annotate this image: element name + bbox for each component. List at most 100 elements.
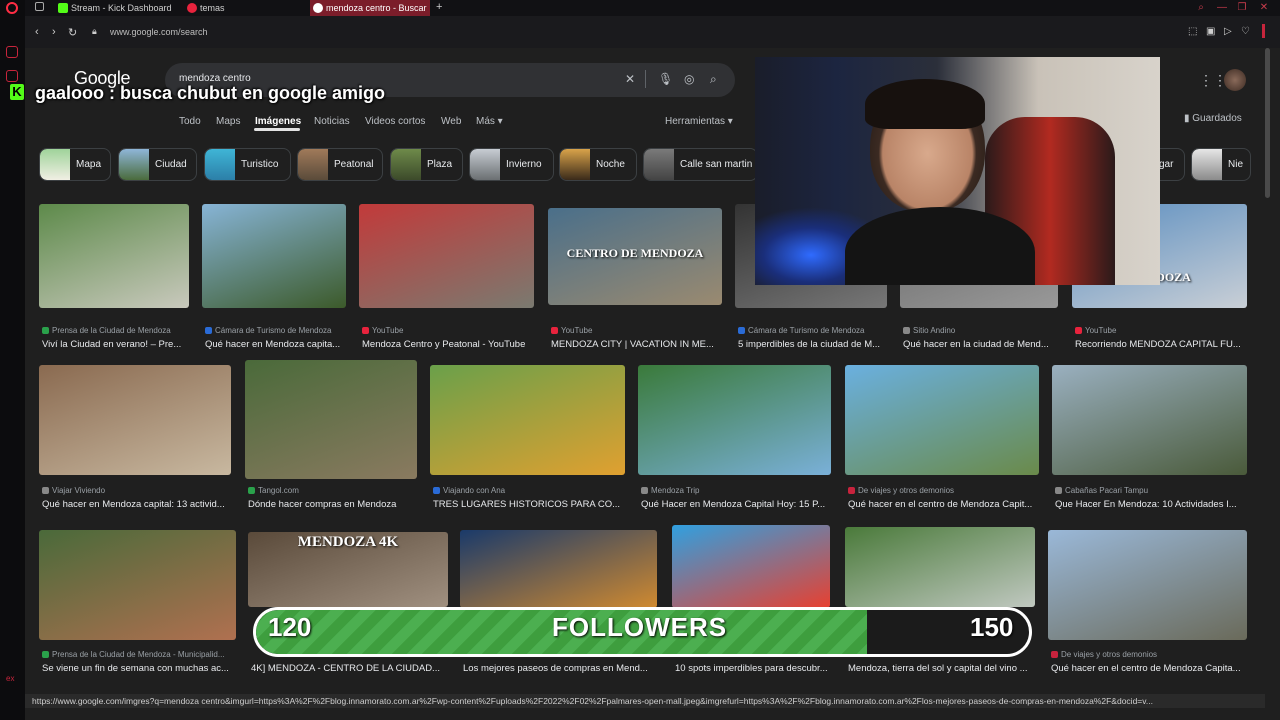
result-title[interactable]: Qué hacer en el centro de Mendoza Capit.… xyxy=(848,499,1052,510)
result-source[interactable]: Mendoza Trip xyxy=(641,486,834,495)
tab-images[interactable]: Imágenes xyxy=(255,116,301,127)
tab-maps[interactable]: Maps xyxy=(216,116,240,127)
result-source[interactable]: Sitio Andino xyxy=(903,326,1061,335)
image-result-thumbnail[interactable] xyxy=(39,204,189,308)
tab-temas[interactable]: temas xyxy=(184,0,304,16)
chip-turistico[interactable]: Turistico xyxy=(204,148,291,181)
tab-short-videos[interactable]: Videos cortos xyxy=(365,116,425,127)
search-divider xyxy=(645,70,646,88)
status-bar-url: https://www.google.com/imgres?q=mendoza … xyxy=(25,694,1265,708)
chip-invierno[interactable]: Invierno xyxy=(469,148,554,181)
chip-plaza[interactable]: Plaza xyxy=(390,148,463,181)
result-title[interactable]: Viví la Ciudad en verano! – Pre... xyxy=(42,339,202,350)
result-source[interactable]: De viajes y otros demonios xyxy=(1051,650,1250,659)
result-source[interactable]: Cámara de Turismo de Mendoza xyxy=(738,326,890,335)
saved-button[interactable]: ▮ Guardados xyxy=(1184,113,1242,124)
close-window-button[interactable]: ✕ xyxy=(1258,2,1270,14)
tab-google-search[interactable]: mendoza centro - Buscar xyxy=(310,0,430,16)
url-field[interactable]: www.google.com/search xyxy=(110,27,208,37)
chip-ciudad[interactable]: Ciudad xyxy=(118,148,197,181)
scrollbar[interactable] xyxy=(1265,48,1270,198)
result-title[interactable]: 10 spots imperdibles para descubr... xyxy=(675,663,843,674)
image-result-thumbnail[interactable] xyxy=(39,365,231,475)
result-source[interactable]: Tangol.com xyxy=(248,486,420,495)
new-tab-button[interactable]: + xyxy=(436,1,442,13)
address-bar-area xyxy=(25,16,1280,48)
image-result-thumbnail[interactable] xyxy=(638,365,831,475)
opera-logo-icon[interactable] xyxy=(6,2,18,14)
result-title[interactable]: MENDOZA CITY | VACATION IN ME... xyxy=(551,339,735,350)
result-title[interactable]: Qué hacer en Mendoza capital: 13 activid… xyxy=(42,499,244,510)
result-title[interactable]: Que Hacer En Mendoza: 10 Actividades I..… xyxy=(1055,499,1260,510)
result-title[interactable]: TRES LUGARES HISTORICOS PARA CO... xyxy=(433,499,638,510)
result-source[interactable]: YouTube xyxy=(551,326,725,335)
chip-mapa[interactable]: Mapa xyxy=(39,148,111,181)
result-title[interactable]: Mendoza, tierra del sol y capital del vi… xyxy=(848,663,1048,674)
result-source[interactable]: Viajando con Ana xyxy=(433,486,628,495)
image-result-thumbnail[interactable] xyxy=(845,365,1039,475)
player-icon[interactable]: ▷ xyxy=(1224,26,1232,37)
result-title[interactable]: Mendoza Centro y Peatonal - YouTube xyxy=(362,339,547,350)
result-title[interactable]: Recorriendo MENDOZA CAPITAL FU... xyxy=(1075,339,1260,350)
maximize-button[interactable]: ❐ xyxy=(1236,2,1248,14)
lens-icon[interactable]: ◎ xyxy=(684,72,694,86)
image-result-thumbnail[interactable] xyxy=(39,530,236,640)
result-source[interactable]: YouTube xyxy=(1075,326,1250,335)
search-tabs-icon[interactable]: ⌕ xyxy=(1195,2,1207,14)
chip-calle-san-martin[interactable]: Calle san martin xyxy=(643,148,758,181)
result-title[interactable]: Dónde hacer compras en Mendoza xyxy=(248,499,430,510)
result-source[interactable]: Viajar Viviendo xyxy=(42,486,234,495)
followers-current: 120 xyxy=(268,612,312,642)
result-title[interactable]: 5 imperdibles de la ciudad de M... xyxy=(738,339,900,350)
search-icon[interactable]: ⌕ xyxy=(710,72,717,87)
result-title[interactable]: Qué Hacer en Mendoza Capital Hoy: 15 P..… xyxy=(641,499,844,510)
reload-button[interactable]: ↻ xyxy=(68,26,77,39)
tab-web[interactable]: Web xyxy=(441,116,461,127)
image-result-thumbnail[interactable] xyxy=(430,365,625,475)
image-result-thumbnail[interactable] xyxy=(1052,365,1247,475)
result-source[interactable]: De viajes y otros demonios xyxy=(848,486,1042,495)
image-result-thumbnail[interactable] xyxy=(359,204,534,308)
clear-search-icon[interactable]: ✕ xyxy=(625,72,635,86)
back-button[interactable]: ‹ xyxy=(35,26,39,38)
chip-peatonal[interactable]: Peatonal xyxy=(297,148,383,181)
image-result-thumbnail[interactable] xyxy=(1048,530,1247,640)
result-title[interactable]: 4K] MENDOZA - CENTRO DE LA CIUDAD... xyxy=(251,663,461,674)
chip-thumbnail xyxy=(298,149,328,180)
easy-setup-icon[interactable] xyxy=(1262,24,1265,38)
result-source[interactable]: Cámara de Turismo de Mendoza xyxy=(205,326,349,335)
tools-button[interactable]: Herramientas ▾ xyxy=(665,116,733,127)
aria-icon[interactable] xyxy=(6,46,18,58)
snapshot-icon[interactable]: ▣ xyxy=(1206,26,1215,37)
image-result-thumbnail[interactable] xyxy=(672,525,830,608)
result-title[interactable]: Se viene un fin de semana con muchas ac.… xyxy=(42,663,249,674)
result-title[interactable]: Qué hacer en el centro de Mendoza Capita… xyxy=(1051,663,1260,674)
tab-menu-icon[interactable] xyxy=(35,2,44,11)
image-result-thumbnail[interactable] xyxy=(460,530,657,608)
tab-kick-dashboard[interactable]: Stream - Kick Dashboard xyxy=(55,0,180,16)
tab-more[interactable]: Más ▾ xyxy=(476,116,503,127)
microphone-icon[interactable]: 🎙︎ xyxy=(658,72,673,86)
image-result-thumbnail[interactable] xyxy=(845,527,1035,607)
webcam-overlay xyxy=(755,57,1160,285)
minimize-button[interactable]: — xyxy=(1216,2,1228,14)
workspace-icon[interactable] xyxy=(6,70,18,82)
result-title[interactable]: Los mejores paseos de compras en Mend... xyxy=(463,663,670,674)
result-source[interactable]: YouTube xyxy=(362,326,537,335)
image-result-thumbnail[interactable] xyxy=(245,360,417,479)
result-title[interactable]: Qué hacer en la ciudad de Mend... xyxy=(903,339,1071,350)
chip-noche[interactable]: Noche xyxy=(559,148,637,181)
avatar[interactable] xyxy=(1224,69,1246,91)
heart-icon[interactable]: ♡ xyxy=(1241,26,1250,37)
bookmark-icon[interactable]: ⬚ xyxy=(1188,26,1197,37)
result-title[interactable]: Qué hacer en Mendoza capita... xyxy=(205,339,359,350)
image-result-thumbnail[interactable] xyxy=(202,204,346,308)
tab-all[interactable]: Todo xyxy=(179,116,201,127)
chip-nieve[interactable]: Nie xyxy=(1191,148,1251,181)
result-source[interactable]: Prensa de la Ciudad de Mendoza - Municip… xyxy=(42,650,239,659)
forward-button[interactable]: › xyxy=(52,26,56,38)
result-source[interactable]: Cabañas Pacari Tampu xyxy=(1055,486,1250,495)
tab-news[interactable]: Noticias xyxy=(314,116,350,127)
settings-icon[interactable]: ex xyxy=(6,674,18,686)
result-source[interactable]: Prensa de la Ciudad de Mendoza xyxy=(42,326,192,335)
